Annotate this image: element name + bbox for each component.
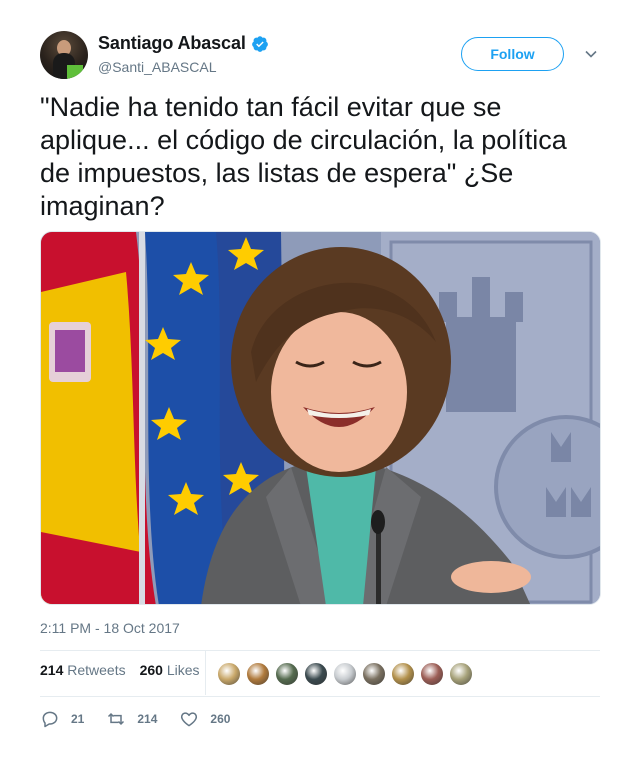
photo-illustration (41, 232, 600, 604)
stats-separator (205, 651, 206, 695)
liker-avatar[interactable] (304, 662, 328, 686)
reply-count: 21 (71, 712, 85, 726)
author-avatar[interactable] (40, 31, 88, 79)
engagement-stats: 214 Retweets 260 Likes (40, 662, 214, 678)
likes-stat[interactable]: 260 Likes (140, 662, 200, 678)
divider-bottom (40, 696, 600, 697)
retweets-label: Retweets (67, 662, 126, 678)
liker-avatar[interactable] (391, 662, 415, 686)
retweets-count: 214 (40, 662, 64, 678)
retweets-stat[interactable]: 214 Retweets (40, 662, 126, 678)
chevron-down-icon[interactable] (584, 47, 598, 61)
tweet-timestamp[interactable]: 2:11 PM - 18 Oct 2017 (40, 620, 180, 636)
retweet-icon (108, 712, 125, 726)
tweet-actions: 21 214 260 (40, 709, 252, 729)
avatar-podium (67, 65, 83, 79)
liker-avatar[interactable] (246, 662, 270, 686)
liker-avatar[interactable] (449, 662, 473, 686)
liker-avatar[interactable] (362, 662, 386, 686)
author-handle[interactable]: @Santi_ABASCAL (98, 59, 217, 75)
reply-icon (42, 711, 58, 728)
liker-avatars (217, 662, 478, 686)
divider-top (40, 650, 600, 651)
liker-avatar[interactable] (275, 662, 299, 686)
tweet-text: "Nadie ha tenido tan fácil evitar que se… (40, 92, 567, 221)
reply-action[interactable]: 21 (40, 709, 84, 729)
tweet: Santiago Abascal @Santi_ABASCAL Follow "… (0, 0, 640, 759)
liker-avatar[interactable] (217, 662, 241, 686)
retweet-count: 214 (137, 712, 158, 726)
author-name-row: Santiago Abascal (98, 33, 269, 54)
likes-count: 260 (139, 662, 163, 678)
tweet-photo[interactable] (40, 231, 601, 605)
retweet-action[interactable]: 214 (106, 709, 157, 729)
like-action[interactable]: 260 (179, 709, 230, 729)
verified-badge-icon (251, 35, 268, 52)
author-display-name[interactable]: Santiago Abascal (98, 33, 246, 54)
follow-button[interactable]: Follow (461, 37, 564, 71)
like-count: 260 (210, 712, 231, 726)
liker-avatar[interactable] (333, 662, 357, 686)
heart-icon (181, 712, 198, 727)
liker-avatar[interactable] (420, 662, 444, 686)
likes-label: Likes (166, 662, 200, 678)
